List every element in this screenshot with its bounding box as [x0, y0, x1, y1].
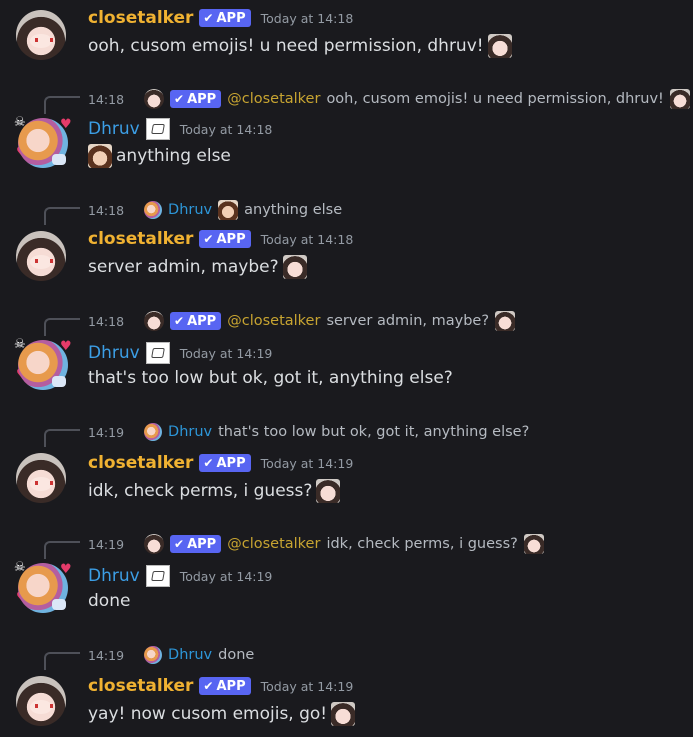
custom-emoji-icon [495, 311, 516, 331]
reply-preview[interactable]: 14:18 Dhruv anything else [88, 199, 342, 221]
timestamp[interactable]: Today at 14:18 [261, 232, 354, 247]
message-header: closetalker ✔ APP Today at 14:18 [88, 229, 353, 249]
timestamp[interactable]: Today at 14:18 [261, 11, 354, 26]
timestamp[interactable]: Today at 14:19 [261, 679, 354, 694]
role-icon[interactable] [145, 118, 170, 140]
timestamp[interactable]: Today at 14:18 [180, 122, 273, 137]
reply-preview[interactable]: 14:18 ✔ APP @closetalker ooh, cusom emoji… [88, 88, 690, 110]
mention[interactable]: @closetalker [227, 536, 320, 552]
reply-spine [44, 541, 80, 559]
message-1: closetalker ✔ APP Today at 14:18 ooh, cus… [0, 0, 693, 76]
reply-username[interactable]: Dhruv [168, 647, 212, 663]
role-icon[interactable] [145, 342, 170, 364]
message-content: done [88, 591, 131, 611]
custom-emoji-icon[interactable] [88, 144, 112, 168]
mini-avatar [144, 311, 165, 331]
reply-username[interactable]: Dhruv [168, 202, 212, 218]
message-header: Dhruv Today at 14:19 [88, 565, 272, 587]
reply-preview[interactable]: 14:19 Dhruv done [88, 644, 254, 666]
mini-avatar [144, 201, 163, 219]
reply-spine [44, 207, 80, 225]
app-badge: ✔ APP [199, 677, 251, 695]
timestamp[interactable]: Today at 14:19 [261, 456, 354, 471]
check-icon: ✔ [174, 314, 185, 328]
app-badge: ✔ APP [199, 454, 251, 472]
message-6: 14:19 ✔ APP @closetalker idk, check perms… [0, 533, 693, 613]
message-header: closetalker ✔ APP Today at 14:19 [88, 676, 353, 696]
app-badge: ✔ APP [199, 9, 251, 27]
timestamp[interactable]: Today at 14:19 [180, 346, 273, 361]
custom-emoji-icon [218, 200, 239, 220]
message-3: 14:18 Dhruv anything else closetalker ✔ A… [0, 199, 693, 281]
mini-avatar [144, 534, 165, 554]
check-icon: ✔ [203, 11, 214, 25]
app-badge: ✔ APP [199, 230, 251, 248]
username[interactable]: closetalker [88, 8, 193, 28]
message-content: yay! now cusom emojis, go! [88, 702, 356, 726]
message-header: Dhruv Today at 14:19 [88, 342, 272, 364]
reply-preview[interactable]: 14:19 ✔ APP @closetalker idk, check perms… [88, 533, 544, 555]
check-icon: ✔ [174, 537, 185, 551]
username[interactable]: Dhruv [88, 119, 140, 139]
closetalker-avatar[interactable] [16, 676, 66, 726]
bubble-icon [52, 154, 66, 165]
username[interactable]: Dhruv [88, 566, 140, 586]
bubble-icon [52, 376, 66, 387]
mention[interactable]: @closetalker [227, 313, 320, 329]
reply-username[interactable]: Dhruv [168, 424, 212, 440]
custom-emoji-icon[interactable] [487, 34, 512, 58]
check-icon: ✔ [174, 92, 185, 106]
dhruv-avatar-decoration: ☠ ♥ ♥ [14, 338, 72, 394]
dhruv-avatar-decoration: ☠ ♥ ♥ [14, 561, 72, 617]
check-icon: ✔ [203, 232, 214, 246]
message-content: idk, check perms, i guess? [88, 479, 341, 503]
message-content: ooh, cusom emojis! u need permission, dh… [88, 34, 512, 58]
custom-emoji-icon[interactable] [282, 255, 307, 279]
check-icon: ✔ [203, 679, 214, 693]
reply-spine [44, 96, 80, 114]
username[interactable]: Dhruv [88, 343, 140, 363]
message-header: closetalker ✔ APP Today at 14:18 [88, 8, 353, 28]
closetalker-avatar[interactable] [16, 231, 66, 281]
reply-spine [44, 318, 80, 336]
mini-avatar [144, 89, 165, 109]
message-content: server admin, maybe? [88, 255, 307, 279]
username[interactable]: closetalker [88, 229, 193, 249]
message-content: anything else [88, 144, 231, 168]
reply-spine [44, 652, 80, 670]
reply-spine [44, 429, 80, 447]
app-badge: ✔ APP [170, 90, 222, 108]
message-4: 14:18 ✔ APP @closetalker server admin, ma… [0, 310, 693, 390]
mention[interactable]: @closetalker [227, 91, 320, 107]
check-icon: ✔ [203, 456, 214, 470]
bubble-icon [52, 599, 66, 610]
username[interactable]: closetalker [88, 453, 193, 473]
app-badge: ✔ APP [170, 535, 222, 553]
message-7: 14:19 Dhruv done closetalker ✔ APP Today … [0, 644, 693, 737]
mini-avatar [144, 423, 163, 441]
role-icon[interactable] [145, 565, 170, 587]
message-content: that's too low but ok, got it, anything … [88, 368, 453, 388]
username[interactable]: closetalker [88, 676, 193, 696]
app-badge: ✔ APP [170, 312, 222, 330]
mini-avatar [144, 646, 163, 664]
dhruv-avatar-decoration: ☠ ♥ ♥ [14, 116, 72, 172]
timestamp[interactable]: Today at 14:19 [180, 569, 273, 584]
closetalker-avatar[interactable] [16, 453, 66, 503]
message-header: closetalker ✔ APP Today at 14:19 [88, 453, 353, 473]
custom-emoji-icon[interactable] [316, 479, 341, 503]
reply-preview[interactable]: 14:18 ✔ APP @closetalker server admin, ma… [88, 310, 516, 332]
reply-preview[interactable]: 14:19 Dhruv that's too low but ok, got i… [88, 421, 529, 443]
custom-emoji-icon[interactable] [331, 702, 356, 726]
message-2: 14:18 ✔ APP @closetalker ooh, cusom emoji… [0, 88, 693, 168]
message-header: Dhruv Today at 14:18 [88, 118, 272, 140]
custom-emoji-icon [669, 89, 690, 109]
custom-emoji-icon [523, 534, 544, 554]
closetalker-avatar[interactable] [16, 10, 66, 60]
message-5: 14:19 Dhruv that's too low but ok, got i… [0, 421, 693, 503]
